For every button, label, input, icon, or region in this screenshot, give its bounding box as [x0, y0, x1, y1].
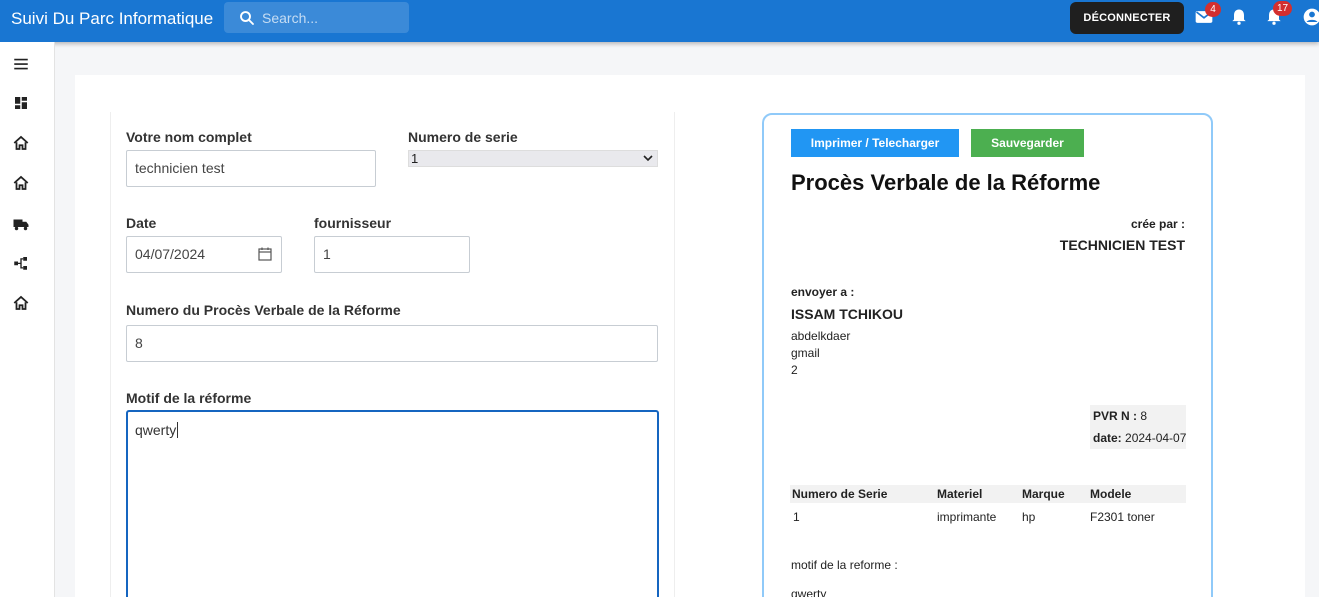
sidebar [0, 42, 55, 597]
supplier-field[interactable]: 1 [314, 236, 470, 273]
serial-number-select[interactable]: 1 [408, 150, 658, 167]
print-download-button[interactable]: Imprimer / Telecharger [791, 129, 959, 157]
app-header: Suivi Du Parc Informatique DÉCONNECTER 4… [0, 0, 1319, 42]
sent-to-label: envoyer a : [791, 285, 855, 299]
home-icon[interactable] [12, 134, 30, 152]
pvr-number: PVR N : 8 [1093, 409, 1147, 423]
table-header-model: Modele [1090, 487, 1132, 501]
truck-icon[interactable] [12, 215, 30, 233]
pv-number-value: 8 [135, 335, 143, 351]
table-header-brand: Marque [1022, 487, 1065, 501]
reason-label: Motif de la réforme [126, 390, 252, 406]
home-icon[interactable] [12, 294, 30, 312]
date-label: Date [126, 215, 157, 231]
logout-button[interactable]: DÉCONNECTER [1070, 2, 1184, 34]
search-box[interactable] [224, 2, 409, 33]
dashboard-icon[interactable] [12, 94, 30, 112]
bell-icon[interactable] [1229, 7, 1249, 27]
recipient-line-1: abdelkdaer [791, 329, 851, 343]
table-header-material: Materiel [937, 487, 983, 501]
supplier-label: fournisseur [314, 215, 392, 231]
pvr-date-label: date: [1093, 431, 1122, 445]
table-cell-brand: hp [1022, 510, 1036, 524]
pvr-date: date: 2024-04-07 [1093, 431, 1186, 445]
pv-number-field[interactable]: 8 [126, 325, 658, 362]
table-cell-material: imprimante [937, 510, 997, 524]
table-cell-model: F2301 toner [1090, 510, 1155, 524]
full-name-field[interactable]: technicien test [126, 150, 376, 187]
chevron-down-icon [643, 155, 653, 162]
recipient-line-2: gmail [791, 346, 820, 360]
search-icon [240, 11, 254, 25]
home-icon[interactable] [12, 174, 30, 192]
pv-number-label: Numero du Procès Verbale de la Réforme [126, 302, 401, 318]
calendar-icon[interactable] [258, 247, 272, 261]
search-input[interactable] [262, 2, 402, 33]
pvr-label: PVR N : [1093, 409, 1138, 423]
account-icon[interactable] [1302, 7, 1319, 27]
preview-reason-value: qwerty [791, 587, 827, 597]
table-cell-serial: 1 [793, 510, 800, 524]
mail-count-badge: 4 [1205, 2, 1221, 17]
recipient-line-3: 2 [791, 363, 798, 377]
preview-reason-label: motif de la reforme : [791, 558, 898, 572]
pvr-value: 8 [1140, 409, 1148, 423]
created-by-value: TECHNICIEN TEST [1059, 237, 1185, 253]
reason-value: qwerty [135, 422, 177, 438]
full-name-label: Votre nom complet [126, 129, 252, 145]
hierarchy-icon[interactable] [12, 254, 30, 272]
pvr-date-value: 2024-04-07 [1125, 431, 1187, 445]
menu-icon[interactable] [12, 55, 30, 73]
recipient-name: ISSAM TCHIKOU [791, 306, 903, 322]
save-button[interactable]: Sauvegarder [971, 129, 1084, 157]
preview-title: Procès Verbale de la Réforme [791, 170, 1101, 195]
table-header-serial: Numero de Serie [792, 487, 888, 501]
full-name-value: technicien test [135, 160, 225, 176]
date-value: 04/07/2024 [135, 246, 206, 262]
created-by-label: crée par : [1130, 217, 1185, 231]
supplier-value: 1 [323, 246, 331, 262]
pv-preview: Imprimer / Telecharger Sauvegarder Procè… [762, 113, 1213, 597]
reason-textarea[interactable]: qwerty [126, 410, 659, 597]
notifications-count-badge: 17 [1273, 1, 1293, 16]
serial-number-value: 1 [411, 151, 419, 166]
app-title: Suivi Du Parc Informatique [11, 9, 214, 28]
serial-number-label: Numero de serie [408, 129, 518, 145]
